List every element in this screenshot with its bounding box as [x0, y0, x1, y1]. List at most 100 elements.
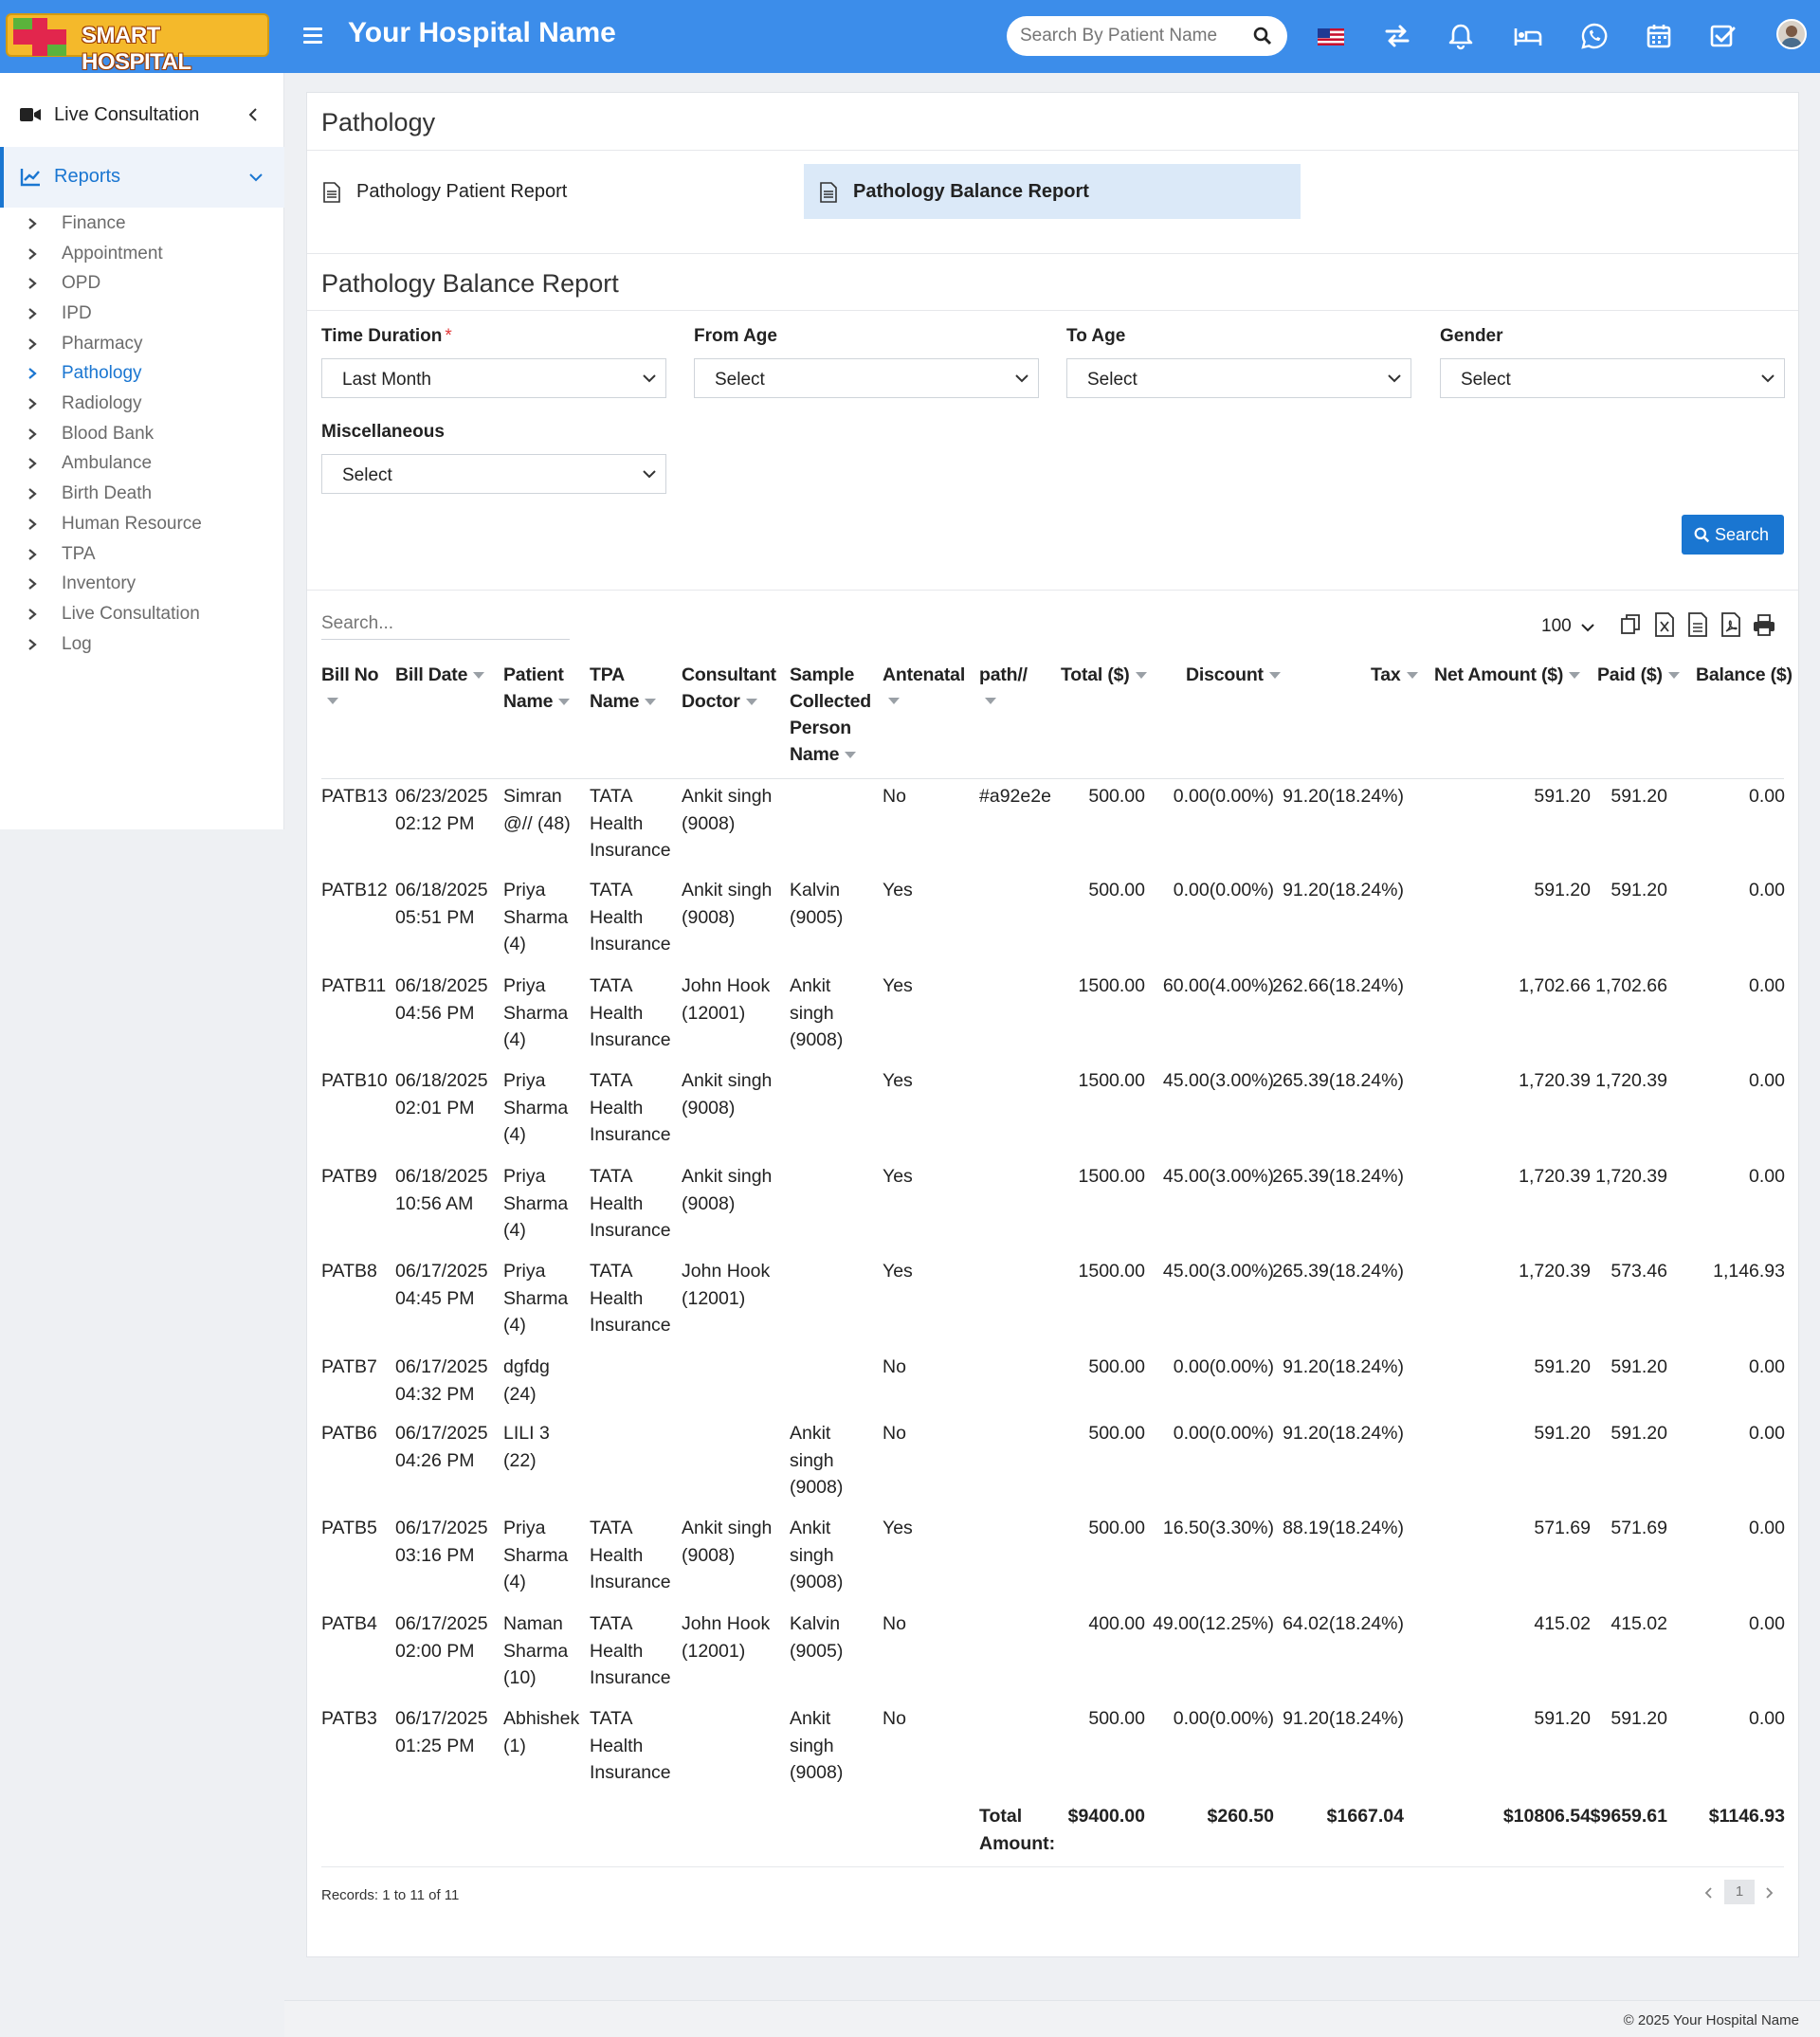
pagination-page-1[interactable]: 1 [1724, 1880, 1755, 1904]
sidebar-live-consultation[interactable]: Live Consultation [0, 90, 284, 139]
table-cell-balance: 0.00 [1749, 1613, 1785, 1634]
table-cell-tax: 64.02(18.24%) [1283, 1613, 1404, 1634]
table-cell-discount: 0.00(0.00%) [1173, 1423, 1274, 1444]
table-cell-discount: 60.00(4.00%) [1162, 975, 1274, 996]
pathology-patient-report-link[interactable]: Pathology Patient Report [307, 164, 781, 219]
sidebar-reports-label: Reports [54, 166, 121, 187]
gender-label: Gender [1440, 326, 1503, 346]
table-cell-bill-date: 06/18/2025 04:56 PM [395, 975, 488, 1024]
column-header-patient-name[interactable]: Patient Name [503, 662, 579, 715]
pagination-next-icon[interactable] [1764, 1886, 1774, 1900]
table-cell-patient: Priya Sharma (4) [503, 1166, 569, 1241]
chevron-down-icon [1761, 374, 1774, 383]
to-age-select[interactable]: Select [1066, 358, 1411, 398]
chevron-right-icon [28, 549, 37, 560]
excel-icon[interactable] [1652, 611, 1677, 638]
chevron-right-icon [28, 368, 37, 379]
logo-text: SMART HOSPITAL [82, 23, 191, 75]
pathology-panel: Pathology Pathology Patient Report Patho… [306, 92, 1799, 1957]
table-cell-antenatal: Yes [883, 880, 913, 900]
table-cell-patient: Naman Sharma (10) [503, 1613, 569, 1688]
flag-us-icon[interactable] [1316, 21, 1346, 51]
bed-icon[interactable] [1513, 21, 1543, 51]
sidebar-item-label: Pathology [62, 363, 142, 383]
table-cell-doctor: Ankit singh (9008) [682, 786, 773, 834]
column-header-tax[interactable]: Tax [1371, 662, 1418, 688]
table-cell-doctor: John Hook (12001) [682, 1261, 771, 1309]
search-icon[interactable] [1253, 27, 1272, 45]
from-age-select[interactable]: Select [694, 358, 1039, 398]
hospital-name: Your Hospital Name [348, 17, 616, 48]
chevron-right-icon [28, 639, 37, 650]
pdf-icon[interactable] [1719, 611, 1743, 638]
report-link-label: Pathology Patient Report [356, 181, 568, 202]
table-cell-doctor: Ankit singh (9008) [682, 1166, 773, 1214]
chevron-down-icon [1581, 624, 1594, 632]
column-header-antenatal[interactable]: Antenatal [883, 662, 965, 704]
calendar-icon[interactable] [1644, 21, 1674, 51]
column-header-discount[interactable]: Discount [1186, 662, 1281, 688]
table-cell-tax: 265.39(18.24%) [1272, 1070, 1404, 1091]
checklist-icon[interactable] [1707, 21, 1738, 51]
whatsapp-icon[interactable] [1579, 21, 1610, 51]
hamburger-menu-icon[interactable] [301, 25, 324, 47]
column-header-consultant-doctor[interactable]: Consultant Doctor [682, 662, 786, 715]
app-logo[interactable]: SMART HOSPITAL [6, 13, 269, 75]
sidebar-item-label: TPA [62, 544, 96, 564]
chevron-down-icon [249, 173, 263, 182]
user-avatar[interactable] [1776, 19, 1807, 49]
chevron-right-icon [28, 609, 37, 620]
time-duration-select[interactable]: Last Month [321, 358, 666, 398]
sidebar-item-log[interactable]: Log [0, 626, 284, 664]
table-cell-balance: 1,146.93 [1713, 1261, 1785, 1282]
table-cell-balance: 0.00 [1749, 1708, 1785, 1729]
column-header-balance[interactable]: Balance ($) [1696, 662, 1793, 688]
sidebar-item-label: Blood Bank [62, 424, 155, 444]
column-header-total[interactable]: Total ($) [1061, 662, 1147, 688]
chevron-right-icon [28, 518, 37, 530]
table-cell-bill-date: 06/18/2025 05:51 PM [395, 880, 488, 928]
table-cell-balance: 0.00 [1749, 1070, 1785, 1091]
sidebar-item-label: Appointment [62, 244, 163, 264]
gender-select[interactable]: Select [1440, 358, 1785, 398]
copy-icon[interactable] [1619, 611, 1644, 638]
table-cell-sample: Kalvin (9005) [790, 880, 844, 928]
table-cell-doctor: Ankit singh (9008) [682, 880, 773, 928]
search-button[interactable]: Search [1682, 515, 1784, 555]
pathology-balance-report-link[interactable]: Pathology Balance Report [804, 164, 1301, 219]
column-header-tpa-name[interactable]: TPA Name [590, 662, 665, 715]
table-cell-bill-date: 06/17/2025 04:32 PM [395, 1356, 488, 1405]
miscellaneous-select[interactable]: Select [321, 454, 666, 494]
swap-icon[interactable] [1382, 21, 1412, 51]
bell-icon[interactable] [1446, 21, 1476, 51]
table-cell-bill-date: 06/18/2025 10:56 AM [395, 1166, 488, 1214]
time-duration-label: Time Duration * [321, 326, 452, 346]
pagination-prev-icon[interactable] [1704, 1886, 1714, 1900]
chevron-right-icon [28, 488, 37, 500]
table-cell-bill: PATB4 [321, 1613, 377, 1634]
column-header-bill-no[interactable]: Bill No [321, 662, 379, 704]
patient-search-input[interactable] [1020, 24, 1238, 48]
column-header-paid[interactable]: Paid ($) [1597, 662, 1680, 688]
table-search-input[interactable] [321, 608, 570, 640]
sidebar-item-label: Inventory [62, 573, 136, 593]
csv-icon[interactable] [1685, 611, 1710, 638]
sidebar-item-label: Log [62, 634, 92, 654]
column-header-path[interactable]: path// [979, 662, 1028, 704]
sidebar-live-label: Live Consultation [54, 104, 200, 125]
table-cell-tpa: TATA Health Insurance [590, 1261, 671, 1336]
print-icon[interactable] [1752, 611, 1776, 638]
table-cell-bill: PATB7 [321, 1356, 377, 1377]
page-size-select[interactable]: 100 [1541, 612, 1600, 641]
table-cell-tax: 91.20(18.24%) [1283, 1423, 1404, 1444]
search-icon [1694, 527, 1710, 543]
column-header-sample-collected-person-name[interactable]: Sample Collected Person Name [790, 662, 884, 768]
table-cell-discount: 45.00(3.00%) [1162, 1261, 1274, 1282]
chevron-down-icon [643, 470, 656, 479]
column-header-bill-date[interactable]: Bill Date [395, 662, 485, 688]
table-cell-patient: Priya Sharma (4) [503, 975, 569, 1050]
sidebar-reports[interactable]: Reports [0, 147, 284, 208]
column-header-net-amount[interactable]: Net Amount ($) [1434, 662, 1581, 688]
table-cell-balance: 0.00 [1749, 880, 1785, 900]
table-cell-tpa: TATA Health Insurance [590, 880, 671, 955]
